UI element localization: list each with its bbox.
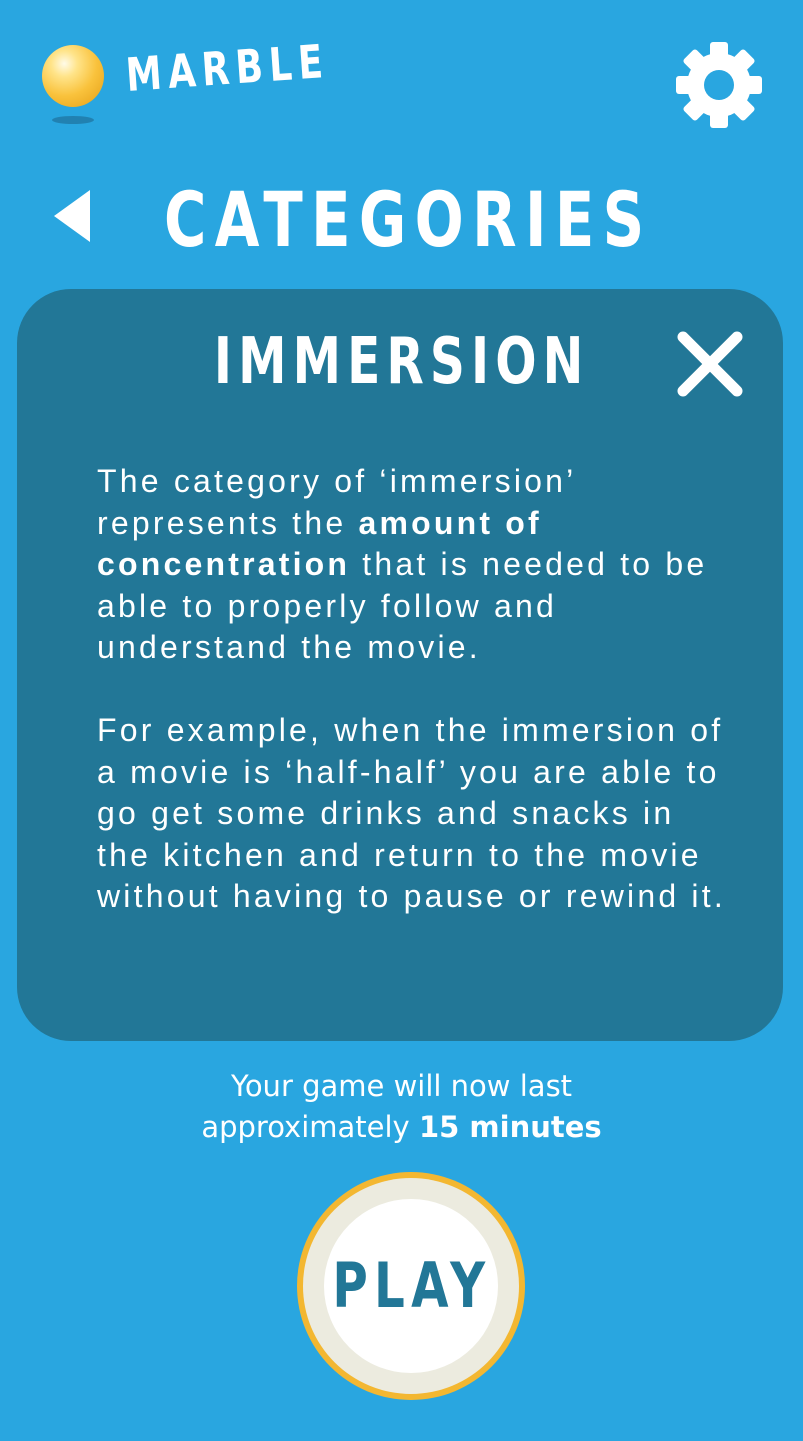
marble-shadow <box>52 116 94 124</box>
play-button[interactable]: PLAY <box>297 1172 525 1400</box>
settings-button[interactable] <box>676 42 762 128</box>
app-logo: MARBLE <box>40 34 340 132</box>
card-description: The category of ‘immersion’ represents t… <box>97 461 737 918</box>
duration-prefix: approximately <box>201 1110 419 1144</box>
duration-value: 15 minutes <box>418 1110 602 1144</box>
close-button[interactable] <box>673 327 747 401</box>
play-button-label: PLAY <box>332 1249 492 1322</box>
logo-text: MARBLE <box>124 33 331 102</box>
page-title: CATEGORIES <box>164 175 653 264</box>
card-title: IMMERSION <box>213 325 590 399</box>
info-card: IMMERSION The category of ‘immersion’ re… <box>17 289 783 1041</box>
description-paragraph-1: The category of ‘immersion’ represents t… <box>97 461 737 669</box>
close-icon <box>677 331 743 397</box>
gear-icon <box>676 42 762 128</box>
game-duration: Your game will now last approximately 15… <box>0 1066 803 1148</box>
back-button[interactable] <box>50 186 98 246</box>
description-paragraph-2: For example, when the immersion of a mov… <box>97 712 726 914</box>
duration-line-2: approximately 15 minutes <box>0 1107 803 1148</box>
marble-ball-icon <box>42 45 104 107</box>
back-arrow-icon <box>54 190 90 242</box>
duration-line-1: Your game will now last <box>230 1069 573 1103</box>
